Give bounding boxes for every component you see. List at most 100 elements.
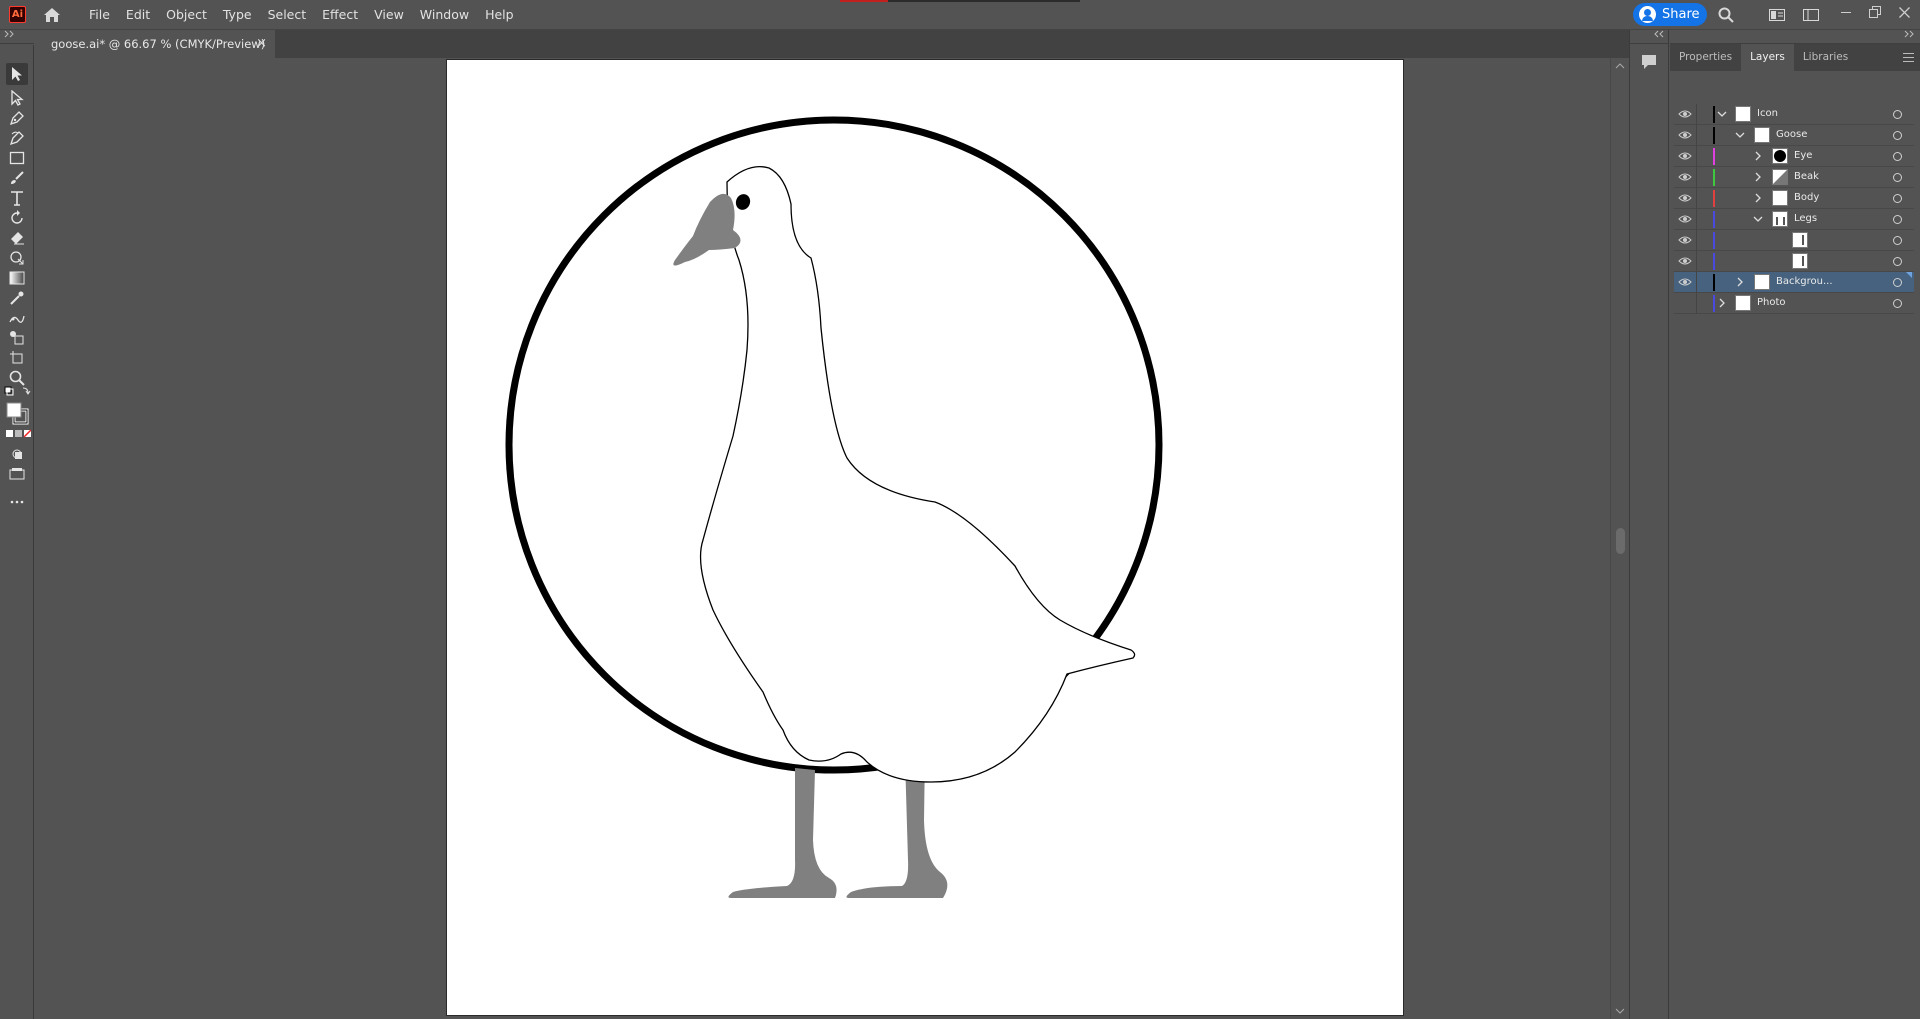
layer-row[interactable] (1674, 230, 1914, 251)
curvature-tool[interactable] (6, 127, 28, 149)
layer-row[interactable]: Goose (1674, 125, 1914, 146)
visibility-eye-icon[interactable] (1678, 255, 1692, 267)
lock-column[interactable] (1696, 293, 1697, 314)
visibility-eye-icon[interactable] (1678, 108, 1692, 120)
lock-column[interactable] (1696, 104, 1697, 125)
layer-row[interactable]: Backgrou... (1674, 272, 1914, 293)
canvas-area[interactable] (35, 58, 1610, 1019)
layer-name[interactable]: Eye (1794, 150, 1812, 161)
target-circle-icon[interactable] (1893, 257, 1902, 266)
lock-column[interactable] (1696, 146, 1697, 167)
panel-collapse-handle[interactable] (1670, 30, 1920, 44)
layer-row[interactable]: Beak (1674, 167, 1914, 188)
scroll-up-icon[interactable] (1615, 62, 1625, 70)
layer-row[interactable]: Eye (1674, 146, 1914, 167)
default-swap-colors[interactable] (3, 385, 31, 399)
lock-column[interactable] (1696, 272, 1697, 293)
layer-name[interactable]: Backgrou... (1776, 276, 1833, 287)
lock-column[interactable] (1696, 230, 1697, 251)
menu-select[interactable]: Select (260, 0, 315, 30)
visibility-eye-icon[interactable] (1678, 129, 1692, 141)
target-circle-icon[interactable] (1893, 110, 1902, 119)
layer-row[interactable]: Photo (1674, 293, 1914, 314)
screen-mode[interactable] (6, 463, 28, 485)
menu-edit[interactable]: Edit (118, 0, 158, 30)
chevron-right-icon[interactable] (1734, 275, 1746, 289)
direct-selection-tool[interactable] (6, 87, 28, 109)
puppet-warp-tool[interactable] (6, 307, 28, 329)
layer-row[interactable]: Body (1674, 188, 1914, 209)
menu-object[interactable]: Object (158, 0, 215, 30)
layer-name[interactable]: Body (1794, 192, 1819, 203)
target-circle-icon[interactable] (1893, 173, 1902, 182)
rotate-tool[interactable] (6, 207, 28, 229)
menu-effect[interactable]: Effect (314, 0, 366, 30)
pen-tool[interactable] (6, 107, 28, 129)
layer-name[interactable]: Beak (1794, 171, 1819, 182)
chevron-right-icon[interactable] (1716, 296, 1728, 310)
close-window-button[interactable] (1893, 2, 1915, 22)
tab-properties[interactable]: Properties (1670, 44, 1741, 71)
fill-stroke-swatch[interactable] (3, 401, 31, 425)
arrange-documents-button[interactable] (1767, 5, 1787, 25)
menu-help[interactable]: Help (477, 0, 522, 30)
chevron-down-icon[interactable] (1716, 107, 1728, 121)
visibility-eye-icon[interactable] (1678, 192, 1692, 204)
visibility-eye-icon[interactable] (1678, 171, 1692, 183)
document-tab[interactable]: goose.ai* @ 66.67 % (CMYK/Preview) × (35, 30, 275, 58)
vertical-scrollbar[interactable] (1610, 58, 1629, 1019)
layer-name[interactable]: Goose (1776, 129, 1807, 140)
visibility-toggle-empty[interactable] (1678, 297, 1692, 309)
target-circle-icon[interactable] (1893, 131, 1902, 140)
restore-button[interactable] (1864, 2, 1886, 22)
gradient-tool[interactable] (6, 267, 28, 289)
eraser-tool[interactable] (6, 227, 28, 249)
color-mode-buttons[interactable] (3, 429, 31, 439)
share-button[interactable]: Share (1633, 3, 1707, 26)
menu-window[interactable]: Window (412, 0, 477, 30)
lock-column[interactable] (1696, 188, 1697, 209)
visibility-eye-icon[interactable] (1678, 150, 1692, 162)
chevron-down-icon[interactable] (1752, 212, 1764, 226)
lock-column[interactable] (1696, 167, 1697, 188)
shape-builder-tool[interactable] (6, 247, 28, 269)
tab-libraries[interactable]: Libraries (1794, 44, 1857, 71)
lock-column[interactable] (1696, 125, 1697, 146)
layer-name[interactable]: Photo (1757, 297, 1786, 308)
drawing-modes[interactable] (6, 443, 28, 465)
panel-menu-icon[interactable] (1903, 53, 1914, 62)
visibility-eye-icon[interactable] (1678, 234, 1692, 246)
chevron-down-icon[interactable] (1734, 128, 1746, 142)
menu-view[interactable]: View (366, 0, 412, 30)
workspace-switcher-button[interactable] (1801, 5, 1821, 25)
chevron-right-icon[interactable] (1752, 170, 1764, 184)
toolbar-collapse-handle[interactable] (0, 30, 34, 44)
comments-button[interactable] (1640, 53, 1658, 71)
layer-name[interactable]: Legs (1794, 213, 1817, 224)
home-button[interactable] (41, 4, 63, 26)
close-tab-button[interactable]: × (256, 36, 267, 51)
target-circle-icon[interactable] (1893, 278, 1902, 287)
artboard[interactable] (446, 59, 1404, 1016)
tab-layers[interactable]: Layers (1741, 44, 1794, 71)
eyedropper-tool[interactable] (6, 287, 28, 309)
target-circle-icon[interactable] (1893, 194, 1902, 203)
goose-artwork[interactable] (447, 60, 1405, 1017)
type-tool[interactable] (6, 187, 28, 209)
lock-column[interactable] (1696, 209, 1697, 230)
scroll-down-icon[interactable] (1615, 1007, 1625, 1015)
menu-file[interactable]: File (81, 0, 118, 30)
target-circle-icon[interactable] (1893, 152, 1902, 161)
edit-toolbar-button[interactable] (6, 491, 28, 513)
rectangle-tool[interactable] (6, 147, 28, 169)
visibility-eye-icon[interactable] (1678, 276, 1692, 288)
menu-type[interactable]: Type (215, 0, 260, 30)
layer-row[interactable]: Legs (1674, 209, 1914, 230)
lock-column[interactable] (1696, 251, 1697, 272)
target-circle-icon[interactable] (1893, 215, 1902, 224)
target-circle-icon[interactable] (1893, 299, 1902, 308)
minimize-button[interactable] (1835, 2, 1857, 22)
paintbrush-tool[interactable] (6, 167, 28, 189)
chevron-right-icon[interactable] (1752, 191, 1764, 205)
layer-name[interactable]: Icon (1757, 108, 1778, 119)
